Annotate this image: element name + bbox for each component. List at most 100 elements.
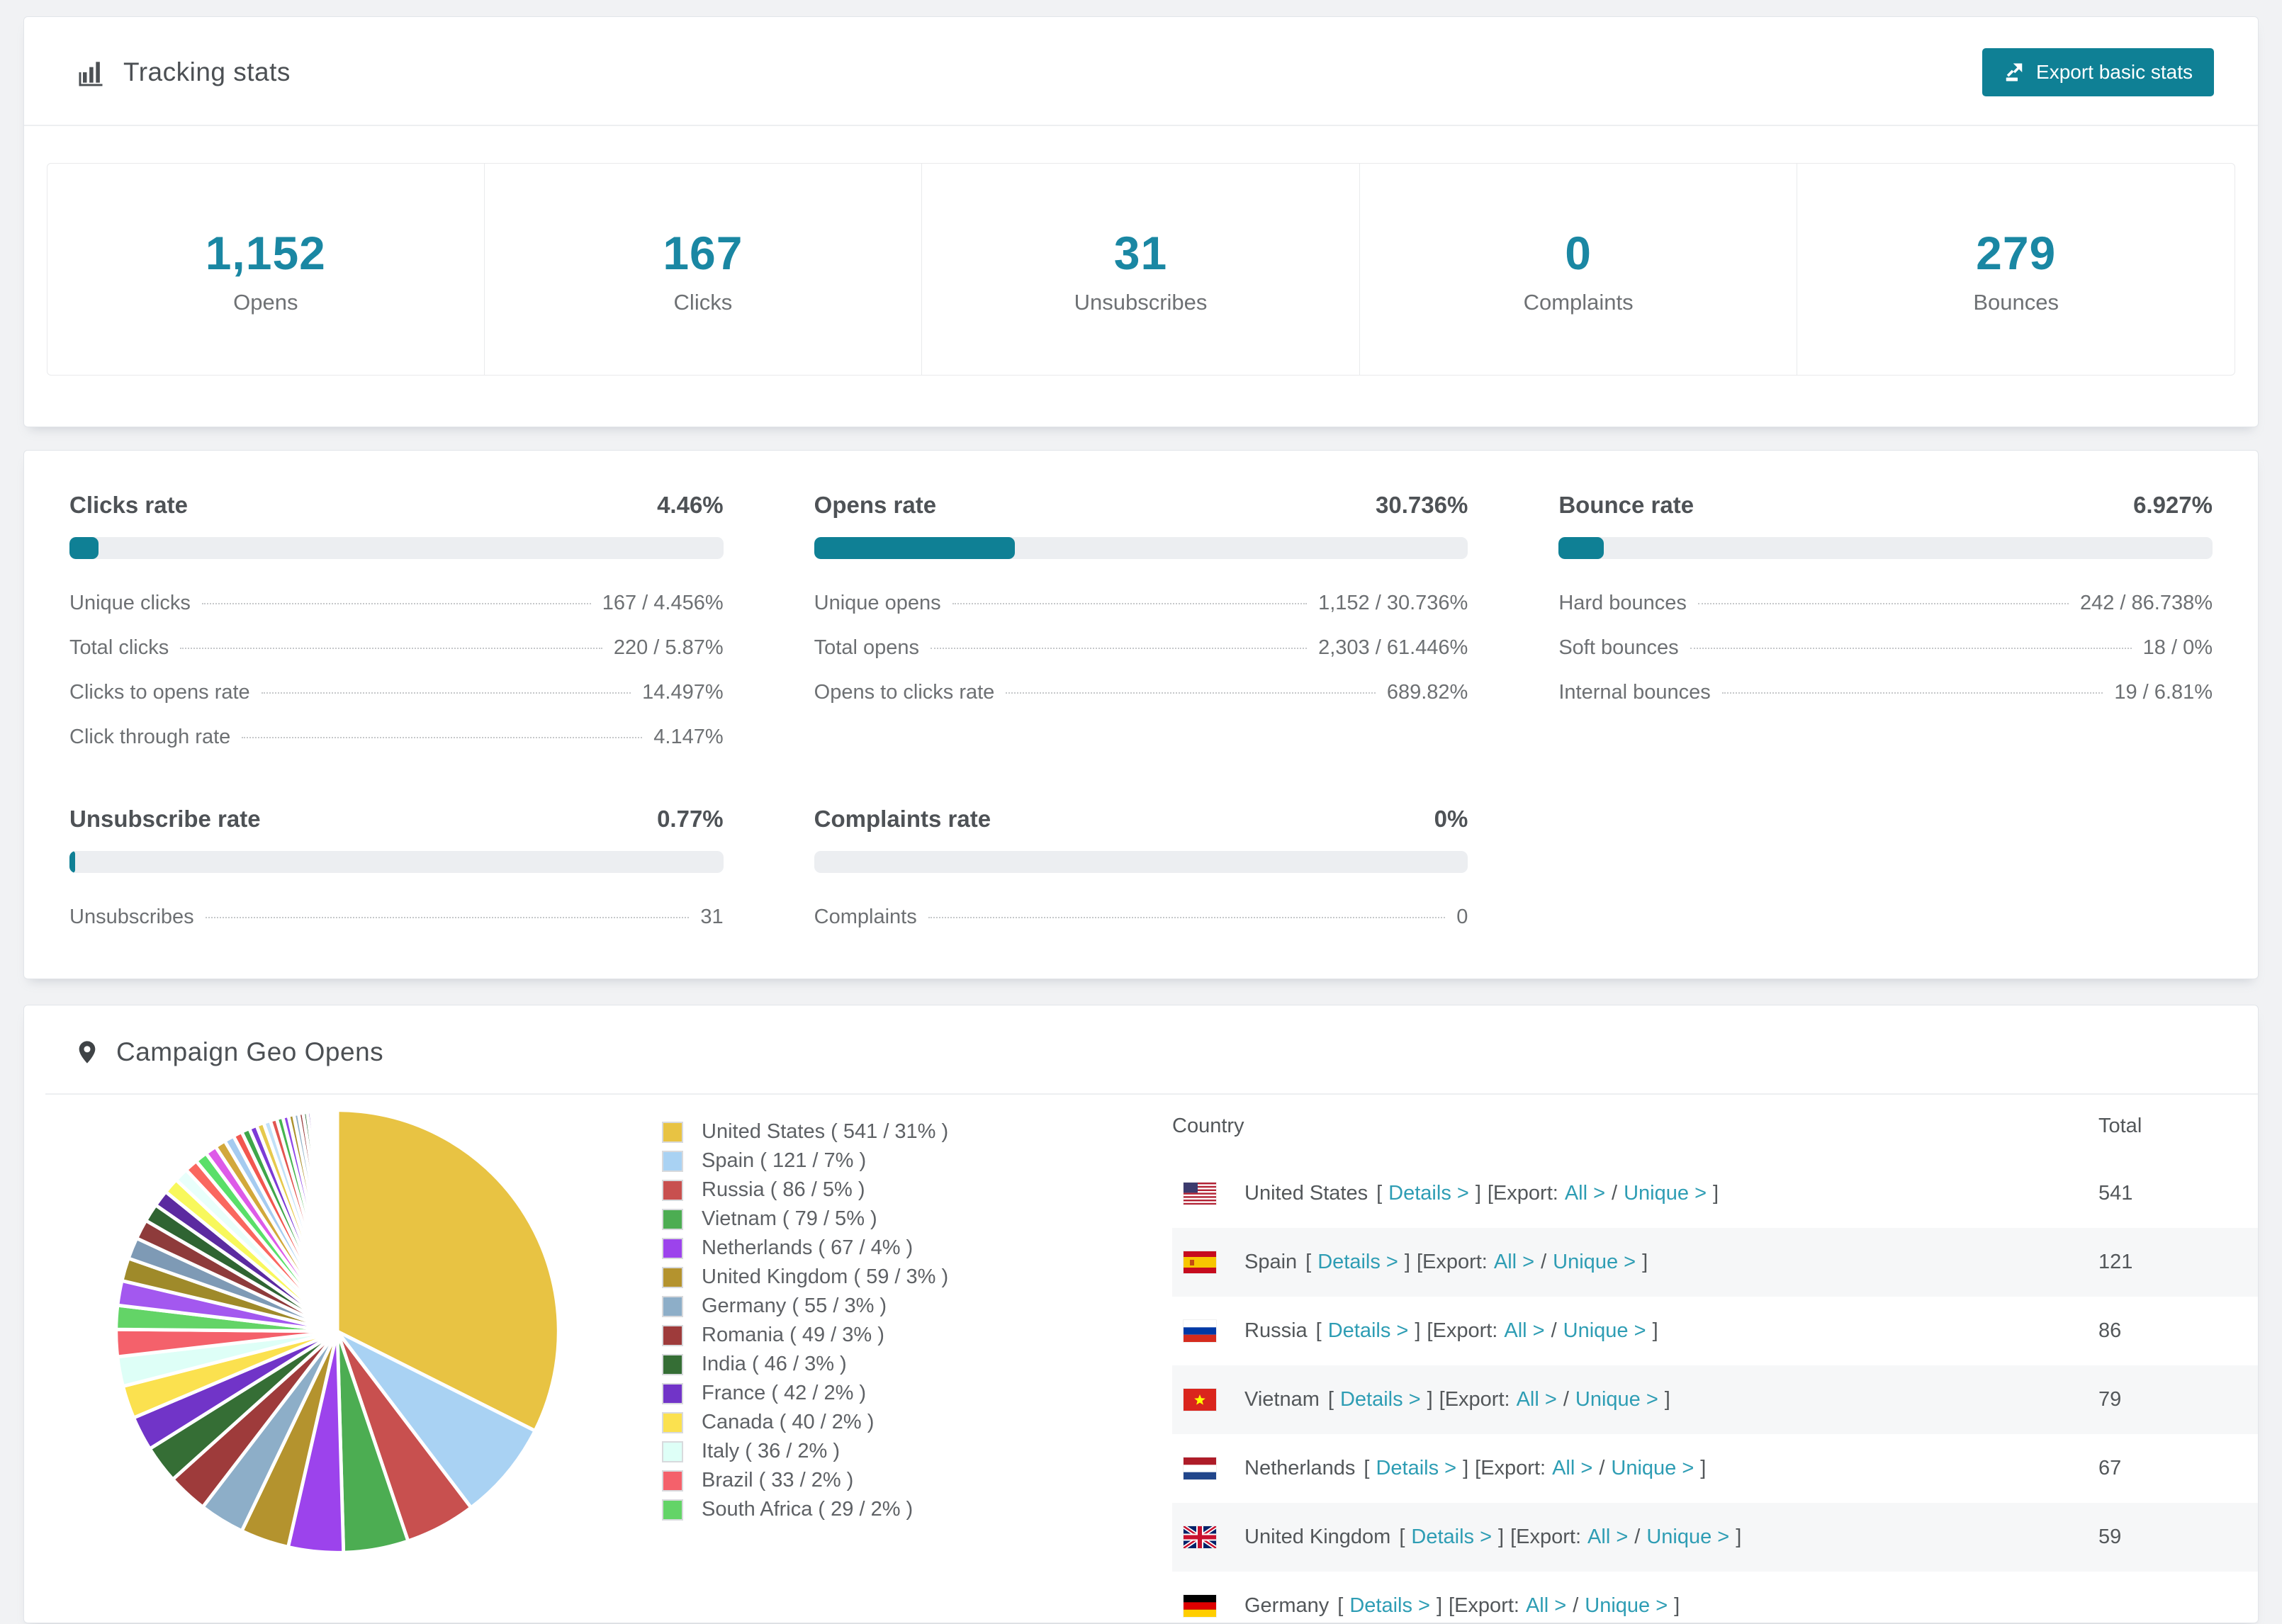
export-unique-link[interactable]: Unique > [1585,1594,1668,1618]
opens-count: 1,152 [205,227,326,279]
details-link[interactable]: Details > [1349,1594,1430,1618]
export-all-link[interactable]: All > [1504,1319,1544,1343]
geo-opens-card: Campaign Geo Opens United States ( 541 /… [23,1005,2259,1623]
table-row: United States [Details >] [Export: All > /… [1172,1159,2258,1228]
export-all-link[interactable]: All > [1565,1182,1605,1205]
legend-swatch [662,1295,683,1317]
geo-pie-chart [24,1095,563,1558]
country-name: United States [1244,1182,1368,1205]
legend-item: Spain ( 121 / 7% ) [662,1146,1030,1175]
geo-opens-title: Campaign Geo Opens [75,1037,383,1068]
export-unique-link[interactable]: Unique > [1646,1526,1729,1549]
country-name: Germany [1244,1594,1330,1617]
legend-label: United States ( 541 / 31% ) [702,1120,949,1143]
export-all-link[interactable]: All > [1552,1457,1592,1480]
clicks-rate-title: Clicks rate [69,492,188,518]
table-row: Germany [Details >] [Export: All > / Unique… [1172,1572,2258,1623]
export-all-link[interactable]: All > [1517,1388,1557,1411]
country-total: 121 [2098,1251,2133,1273]
rate-row: Total opens 2,303 / 61.446% [814,636,1468,659]
geo-title-label: Campaign Geo Opens [116,1037,384,1066]
bounce-rate-progressbar [1558,537,2213,559]
legend-swatch [662,1499,683,1521]
unsubscribe-rate-progressbar [69,851,724,873]
stat-bounces: 279 Bounces [1797,163,2235,376]
legend-item: Brazil ( 33 / 2% ) [662,1466,1030,1495]
export-unique-link[interactable]: Unique > [1624,1182,1707,1205]
legend-swatch [662,1440,683,1462]
export-icon [2006,63,2023,81]
table-row: Spain [Details >] [Export: All > / Unique >… [1172,1228,2258,1297]
country-total: 79 [2098,1388,2122,1411]
country-name: United Kingdom [1244,1526,1391,1548]
opens-rate-value: 30.736% [1376,492,1468,518]
flag-vietnam-icon [1184,1389,1216,1411]
export-button-label: Export basic stats [2036,61,2193,83]
rate-row: Clicks to opens rate 14.497% [69,681,724,704]
rate-row: Total clicks 220 / 5.87% [69,636,724,659]
opens-rate-progress-fill [814,537,1016,559]
country-total: 86 [2098,1319,2122,1342]
tracking-stats-header: Tracking stats Export basic stats [24,17,2258,126]
rate-row: Hard bounces 242 / 86.738% [1558,592,2213,614]
rates-card: Clicks rate 4.46% Unique clicks 167 / 4.45… [23,450,2259,979]
legend-label: United Kingdom ( 59 / 3% ) [702,1265,949,1288]
legend-label: Canada ( 40 / 2% ) [702,1411,875,1433]
rate-row: Complaints 0 [814,906,1468,928]
export-all-link[interactable]: All > [1526,1594,1566,1618]
legend-item: South Africa ( 29 / 2% ) [662,1495,1030,1524]
legend-swatch [662,1324,683,1346]
pie-chart-svg [114,1108,561,1555]
export-all-link[interactable]: All > [1494,1251,1534,1274]
stat-clicks: 167 Clicks [483,163,923,376]
rate-row: Unique opens 1,152 / 30.736% [814,592,1468,614]
details-link[interactable]: Details > [1328,1319,1409,1343]
legend-item: Romania ( 49 / 3% ) [662,1321,1030,1350]
details-link[interactable]: Details > [1317,1251,1398,1274]
legend-swatch [662,1208,683,1230]
legend-swatch [662,1382,683,1404]
export-unique-link[interactable]: Unique > [1553,1251,1636,1274]
legend-label: Romania ( 49 / 3% ) [702,1324,884,1346]
tracking-stats-card: Tracking stats Export basic stats 1,152 … [23,16,2259,427]
export-all-link[interactable]: All > [1587,1526,1628,1549]
summary-stats-row: 1,152 Opens 167 Clicks 31 Unsubscribes 0… [47,163,2235,376]
tracking-stats-title: Tracking stats [75,57,291,88]
legend-item: Canada ( 40 / 2% ) [662,1408,1030,1437]
stat-unsubscribes: 31 Unsubscribes [921,163,1360,376]
legend-label: Italy ( 36 / 2% ) [702,1440,841,1462]
details-link[interactable]: Details > [1388,1182,1469,1205]
export-unique-link[interactable]: Unique > [1563,1319,1646,1343]
legend-item: Italy ( 36 / 2% ) [662,1437,1030,1466]
country-name: Netherlands [1244,1457,1356,1479]
flag-spain-icon [1184,1251,1216,1273]
table-header-row: Country Total [1172,1095,2258,1159]
complaints-rate-value: 0% [1434,806,1468,832]
export-unique-link[interactable]: Unique > [1575,1388,1658,1411]
clicks-count: 167 [663,227,743,279]
details-link[interactable]: Details > [1411,1526,1492,1549]
complaints-label: Complaints [1523,290,1634,315]
unsubscribe-rate-block: Unsubscribe rate 0.77% Unsubscribes 31 [69,806,724,929]
bounces-count: 279 [1976,227,2057,279]
rate-row: Unsubscribes 31 [69,906,724,928]
details-link[interactable]: Details > [1340,1388,1421,1411]
details-link[interactable]: Details > [1376,1457,1456,1480]
stat-complaints: 0 Complaints [1359,163,1798,376]
flag-netherlands-icon [1184,1457,1216,1479]
legend-label: Russia ( 86 / 5% ) [702,1178,865,1201]
flag-russia-icon [1184,1320,1216,1342]
bounce-rate-progress-fill [1558,537,1604,559]
unsubscribe-rate-value: 0.77% [657,806,724,832]
export-unique-link[interactable]: Unique > [1611,1457,1694,1480]
legend-swatch [662,1121,683,1143]
export-basic-stats-button[interactable]: Export basic stats [1982,48,2214,96]
country-total: 541 [2098,1182,2133,1205]
clicks-rate-progress-fill [69,537,99,559]
rate-row: Unique clicks 167 / 4.456% [69,592,724,614]
legend-item: France ( 42 / 2% ) [662,1379,1030,1408]
flag-united-states-icon [1184,1183,1216,1205]
legend-label: Brazil ( 33 / 2% ) [702,1469,854,1492]
legend-label: France ( 42 / 2% ) [702,1382,867,1404]
clicks-rate-value: 4.46% [657,492,724,518]
